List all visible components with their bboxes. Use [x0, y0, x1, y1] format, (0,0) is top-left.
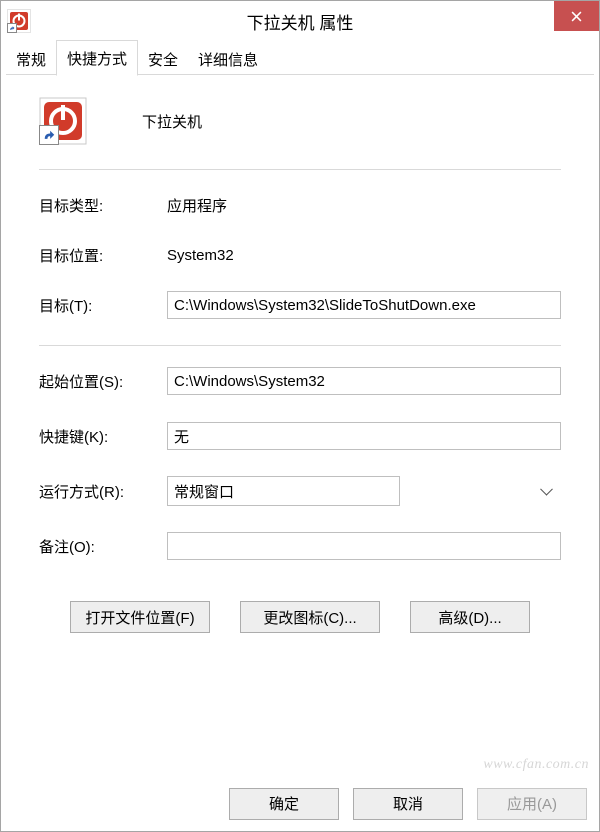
- start-in-input[interactable]: [167, 367, 561, 395]
- open-file-location-button[interactable]: 打开文件位置(F): [70, 601, 210, 633]
- label-comment: 备注(O):: [39, 536, 167, 557]
- row-comment: 备注(O):: [39, 531, 561, 561]
- label-target-type: 目标类型:: [39, 195, 167, 216]
- label-target-location: 目标位置:: [39, 245, 167, 266]
- run-select[interactable]: [167, 476, 400, 506]
- row-target-type: 目标类型: 应用程序: [39, 190, 561, 220]
- window-title: 下拉关机 属性: [1, 9, 599, 34]
- advanced-button[interactable]: 高级(D)...: [410, 601, 530, 633]
- shortcut-arrow-icon: [7, 23, 17, 33]
- comment-input[interactable]: [167, 532, 561, 560]
- label-start-in: 起始位置(S):: [39, 371, 167, 392]
- row-shortcut-key: 快捷键(K):: [39, 421, 561, 451]
- label-run: 运行方式(R):: [39, 481, 167, 502]
- shortcut-arrow-icon: [39, 125, 59, 145]
- value-target-type: 应用程序: [167, 195, 227, 216]
- row-run: 运行方式(R):: [39, 476, 561, 506]
- tab-shortcut[interactable]: 快捷方式: [56, 40, 138, 76]
- divider: [39, 345, 561, 346]
- dialog-footer: 确定 取消 应用(A): [1, 776, 599, 831]
- shortcut-name: 下拉关机: [142, 111, 202, 132]
- divider: [39, 169, 561, 170]
- shortcut-key-input[interactable]: [167, 422, 561, 450]
- shortcut-target-icon: [39, 97, 87, 145]
- row-target-location: 目标位置: System32: [39, 240, 561, 270]
- shortcut-tab-panel: 下拉关机 目标类型: 应用程序 目标位置: System32 目标(T): 起始…: [1, 75, 599, 776]
- apply-button[interactable]: 应用(A): [477, 788, 587, 820]
- cancel-button[interactable]: 取消: [353, 788, 463, 820]
- properties-dialog: 下拉关机 属性 常规 快捷方式 安全 详细信息: [0, 0, 600, 832]
- change-icon-button[interactable]: 更改图标(C)...: [240, 601, 380, 633]
- target-input[interactable]: [167, 291, 561, 319]
- header-row: 下拉关机: [39, 97, 561, 145]
- run-select-wrap[interactable]: [167, 476, 561, 506]
- tab-security[interactable]: 安全: [138, 43, 188, 75]
- row-start-in: 起始位置(S):: [39, 366, 561, 396]
- tab-details[interactable]: 详细信息: [188, 43, 268, 75]
- close-button[interactable]: [554, 1, 599, 31]
- value-target-location: System32: [167, 247, 234, 264]
- label-target: 目标(T):: [39, 295, 167, 316]
- close-icon: [571, 11, 582, 22]
- action-button-row: 打开文件位置(F) 更改图标(C)... 高级(D)...: [39, 601, 561, 633]
- titlebar-app-icon: [7, 9, 31, 33]
- titlebar: 下拉关机 属性: [1, 1, 599, 41]
- tab-general[interactable]: 常规: [6, 43, 56, 75]
- row-target: 目标(T):: [39, 290, 561, 320]
- label-shortcut-key: 快捷键(K):: [39, 426, 167, 447]
- tab-strip: 常规 快捷方式 安全 详细信息: [1, 41, 599, 75]
- ok-button[interactable]: 确定: [229, 788, 339, 820]
